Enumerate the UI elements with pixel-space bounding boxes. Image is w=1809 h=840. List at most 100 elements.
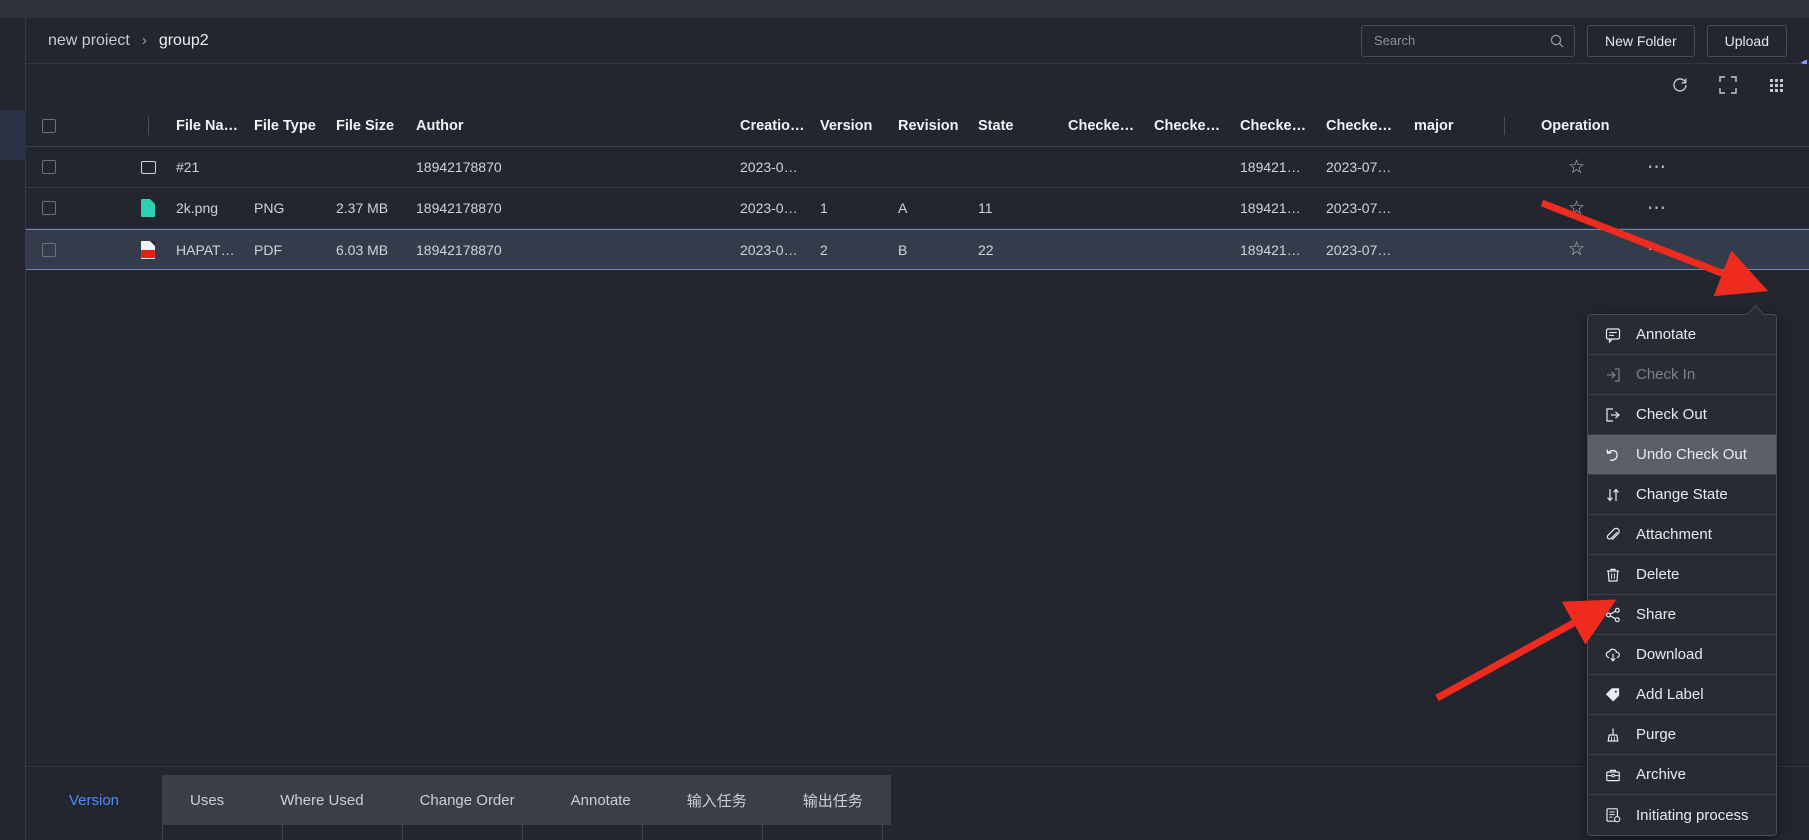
header-actions: New Folder Upload xyxy=(1361,24,1787,57)
favorite-star-icon[interactable]: ☆ xyxy=(1568,238,1585,261)
trash-icon xyxy=(1602,566,1624,584)
row-checkbox[interactable] xyxy=(42,160,56,174)
menu-item-change-state[interactable]: Change State xyxy=(1588,475,1776,515)
grid-view-icon[interactable] xyxy=(1765,74,1787,96)
menu-item-label: Change State xyxy=(1636,486,1728,503)
cell-version: 1 xyxy=(820,200,828,216)
archive-icon xyxy=(1602,766,1624,784)
menu-item-archive[interactable]: Archive xyxy=(1588,755,1776,795)
tab-input-task[interactable]: 输入任务 xyxy=(659,775,775,825)
menu-item-purge[interactable]: Purge xyxy=(1588,715,1776,755)
header-checked-3[interactable]: Checke… xyxy=(1230,118,1316,134)
tab-where-used[interactable]: Where Used xyxy=(252,775,391,825)
cell-file-name[interactable]: #21 xyxy=(166,159,244,175)
header-checked-2[interactable]: Checke… xyxy=(1144,118,1230,134)
cell-state: 22 xyxy=(978,241,994,258)
tab-annotate[interactable]: Annotate xyxy=(543,775,659,825)
row-context-menu: Annotate Check In Check Out Undo Check O… xyxy=(1587,314,1777,836)
breadcrumb-root[interactable]: new proiect xyxy=(48,32,130,50)
menu-item-label: Delete xyxy=(1636,566,1680,583)
window-top-strip xyxy=(0,0,1809,18)
menu-item-add-label[interactable]: Add Label xyxy=(1588,675,1776,715)
menu-item-undo-check-out[interactable]: Undo Check Out xyxy=(1588,435,1776,475)
search-box[interactable] xyxy=(1361,24,1576,57)
cell-author: 18942178870 xyxy=(416,200,502,216)
cell-creation: 2023-0… xyxy=(740,200,798,216)
cell-creation: 2023-0… xyxy=(740,159,798,175)
cell-revision: B xyxy=(898,241,908,258)
png-file-icon xyxy=(130,199,166,217)
menu-item-delete[interactable]: Delete xyxy=(1588,555,1776,595)
tab-change-order[interactable]: Change Order xyxy=(392,775,543,825)
menu-item-initiating-process[interactable]: Initiating process xyxy=(1588,795,1776,835)
broom-icon xyxy=(1602,726,1624,744)
row-checkbox[interactable] xyxy=(42,201,56,215)
menu-item-share[interactable]: Share xyxy=(1588,595,1776,635)
cell-checked-3: 189421… xyxy=(1240,159,1301,175)
bottom-tab-bar: Version Uses Where Used Change Order Ann… xyxy=(26,775,891,825)
cell-operation: ☆ ⋯ xyxy=(1494,238,1684,261)
cell-file-size: 2.37 MB xyxy=(336,200,389,216)
menu-item-attachment[interactable]: Attachment xyxy=(1588,515,1776,555)
cell-file-type: PDF xyxy=(254,241,282,258)
menu-item-label: Annotate xyxy=(1636,326,1697,343)
cell-author: 18942178870 xyxy=(416,159,502,175)
row-checkbox[interactable] xyxy=(42,242,56,257)
check-in-icon xyxy=(1602,366,1624,384)
select-all-checkbox[interactable] xyxy=(42,119,56,133)
row-more-actions-icon[interactable]: ⋯ xyxy=(1647,197,1668,220)
header-author[interactable]: Author xyxy=(406,118,730,134)
menu-item-check-out[interactable]: Check Out xyxy=(1588,395,1776,435)
bottom-column-dividers xyxy=(162,824,1809,840)
left-sidebar-rail[interactable] xyxy=(0,18,26,840)
search-input[interactable] xyxy=(1362,25,1538,56)
cell-file-name[interactable]: HAPAT… xyxy=(166,242,244,258)
select-all-checkbox-cell[interactable] xyxy=(26,119,72,133)
cell-checked-4: 2023-07… xyxy=(1326,159,1392,175)
header-major[interactable]: major xyxy=(1404,118,1494,134)
download-icon xyxy=(1602,646,1624,664)
header-file-type[interactable]: File Type xyxy=(244,118,326,134)
menu-item-download[interactable]: Download xyxy=(1588,635,1776,675)
cell-checked-4: 2023-07… xyxy=(1326,200,1392,216)
new-folder-button[interactable]: New Folder xyxy=(1587,24,1695,57)
tab-version[interactable]: Version xyxy=(26,775,162,825)
table-row[interactable]: #21 18942178870 2023-0… 189421… 2023-07…… xyxy=(26,147,1809,188)
search-icon[interactable] xyxy=(1550,34,1564,48)
table-row[interactable]: 2k.png PNG 2.37 MB 18942178870 2023-0… 1… xyxy=(26,188,1809,229)
row-checkbox-cell[interactable] xyxy=(26,201,72,215)
share-icon xyxy=(1602,606,1624,624)
row-checkbox-cell[interactable] xyxy=(26,242,72,257)
row-more-actions-icon[interactable]: ⋯ xyxy=(1647,238,1668,261)
menu-item-label: Share xyxy=(1636,606,1677,623)
menu-item-label: Undo Check Out xyxy=(1636,446,1747,463)
header-revision[interactable]: Revision xyxy=(888,118,968,134)
header-checked-4[interactable]: Checke… xyxy=(1316,118,1404,134)
header-file-name[interactable]: File Na… xyxy=(166,118,244,134)
refresh-icon[interactable] xyxy=(1669,74,1691,96)
header-operation: Operation xyxy=(1494,117,1684,135)
header-version[interactable]: Version xyxy=(810,118,888,134)
cell-file-size: 6.03 MB xyxy=(336,241,389,258)
menu-item-label: Purge xyxy=(1636,726,1677,743)
breadcrumb-current[interactable]: group2 xyxy=(159,32,209,50)
header-state[interactable]: State xyxy=(968,118,1058,134)
favorite-star-icon[interactable]: ☆ xyxy=(1568,156,1585,179)
tab-uses[interactable]: Uses xyxy=(162,775,252,825)
tab-output-task[interactable]: 输出任务 xyxy=(775,775,891,825)
row-more-actions-icon[interactable]: ⋯ xyxy=(1647,156,1668,179)
header-creation[interactable]: Creatio… xyxy=(730,118,810,134)
cell-version: 2 xyxy=(820,241,828,258)
row-checkbox-cell[interactable] xyxy=(26,160,72,174)
menu-item-annotate[interactable]: Annotate xyxy=(1588,315,1776,355)
header-file-size[interactable]: File Size xyxy=(326,118,406,134)
paperclip-icon xyxy=(1602,526,1624,544)
breadcrumb-separator-icon: › xyxy=(141,32,147,49)
upload-button[interactable]: Upload xyxy=(1706,24,1787,57)
change-state-icon xyxy=(1602,486,1624,504)
favorite-star-icon[interactable]: ☆ xyxy=(1568,197,1585,220)
table-row[interactable]: HAPAT… PDF 6.03 MB 18942178870 2023-0… 2… xyxy=(26,229,1809,270)
header-checked-1[interactable]: Checke… xyxy=(1058,118,1144,134)
cell-file-name[interactable]: 2k.png xyxy=(166,200,244,216)
fullscreen-icon[interactable] xyxy=(1717,74,1739,96)
